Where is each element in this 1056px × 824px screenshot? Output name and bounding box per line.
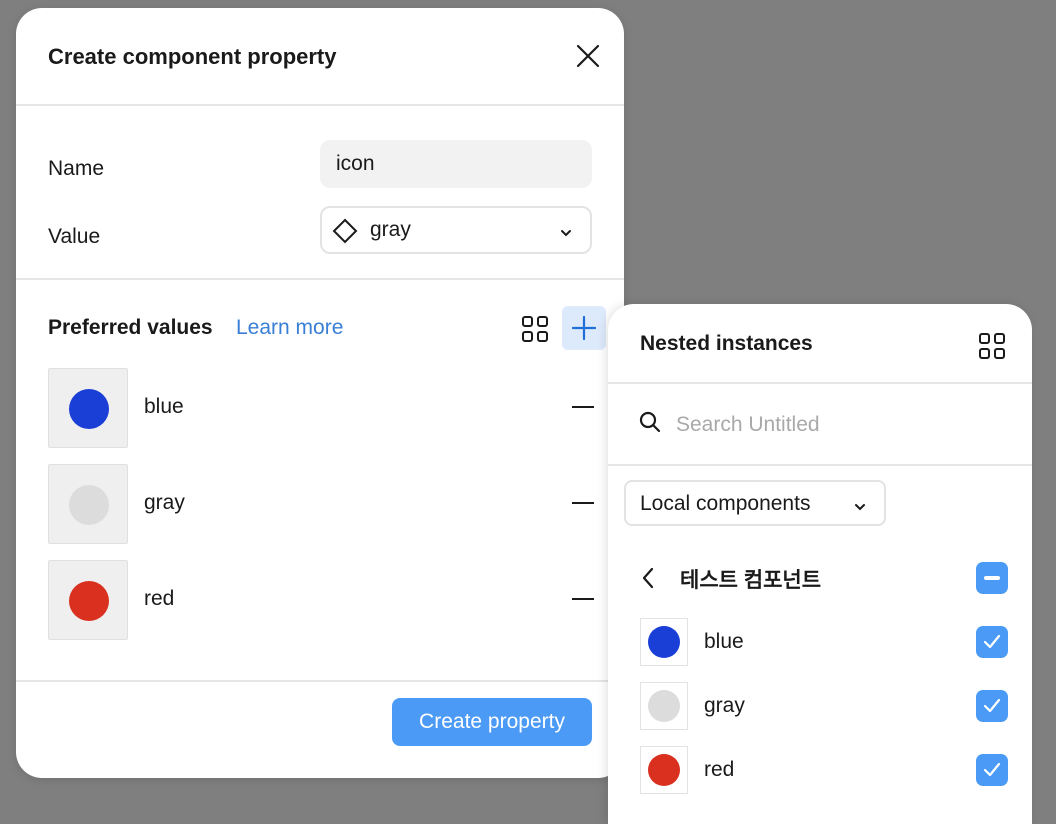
divider [16,278,624,280]
preferred-item-label: gray [144,491,185,514]
value-select[interactable]: gray [320,206,592,254]
diamond-icon [332,218,358,249]
preferred-item-label: blue [144,395,184,418]
plus-icon [571,315,597,341]
instance-thumbnail [640,746,688,794]
divider [16,680,624,682]
learn-more-link[interactable]: Learn more [236,316,343,340]
instance-thumbnail [640,682,688,730]
indeterminate-checkbox-icon[interactable] [976,562,1008,594]
dialog-title: Create component property [48,44,337,69]
name-input[interactable]: icon [320,140,592,188]
library-dropdown[interactable]: Local components [624,480,886,526]
search-input[interactable] [674,404,998,446]
divider [608,464,1032,466]
color-swatch [648,626,680,658]
grid-icon[interactable] [978,332,1006,360]
library-dropdown-label: Local components [640,492,811,515]
minus-icon[interactable] [572,406,594,408]
color-swatch [648,690,680,722]
check-icon [983,762,1001,777]
preferred-item-label: red [144,587,175,610]
chevron-down-icon [560,224,572,242]
check-icon [983,634,1001,649]
color-swatch [69,581,109,621]
name-label: Name [48,157,105,180]
minus-icon[interactable] [572,598,594,600]
panel-title: Nested instances [640,332,813,355]
instance-checkbox[interactable] [976,626,1008,658]
indeterminate-bar [984,576,1000,580]
nested-instances-panel: Nested instances Local components 테스트 컴포… [608,304,1032,824]
create-property-dialog: Create component property Name icon Valu… [16,8,624,778]
search-icon [638,410,662,439]
create-property-button[interactable]: Create property [392,698,592,746]
instance-label: blue [704,630,744,653]
minus-icon[interactable] [572,502,594,504]
add-preferred-value-button[interactable] [562,306,606,350]
instance-label: gray [704,694,745,717]
preferred-item-blue: blue [48,368,608,448]
grid-icon[interactable] [520,314,550,344]
preferred-values-title: Preferred values [48,316,213,339]
preferred-item-red: red [48,560,608,640]
dialog-header: Create component property [16,8,624,106]
instance-thumbnail [640,618,688,666]
instance-item-blue: blue [640,618,1008,668]
color-swatch [69,389,109,429]
component-group-title: 테스트 컴포넌트 [680,569,822,592]
color-swatch [648,754,680,786]
chevron-left-icon[interactable] [640,566,656,595]
instance-item-red: red [640,746,1008,796]
instance-checkbox[interactable] [976,754,1008,786]
swatch-thumbnail[interactable] [48,560,128,640]
swatch-thumbnail[interactable] [48,464,128,544]
preferred-item-gray: gray [48,464,608,544]
divider [608,382,1032,384]
instance-label: red [704,758,735,781]
close-icon[interactable] [574,42,602,70]
value-label: Value [48,225,101,248]
instance-checkbox[interactable] [976,690,1008,722]
value-selected: gray [370,218,411,241]
instance-item-gray: gray [640,682,1008,732]
chevron-down-icon [854,498,866,516]
color-swatch [69,485,109,525]
check-icon [983,698,1001,713]
swatch-thumbnail[interactable] [48,368,128,448]
